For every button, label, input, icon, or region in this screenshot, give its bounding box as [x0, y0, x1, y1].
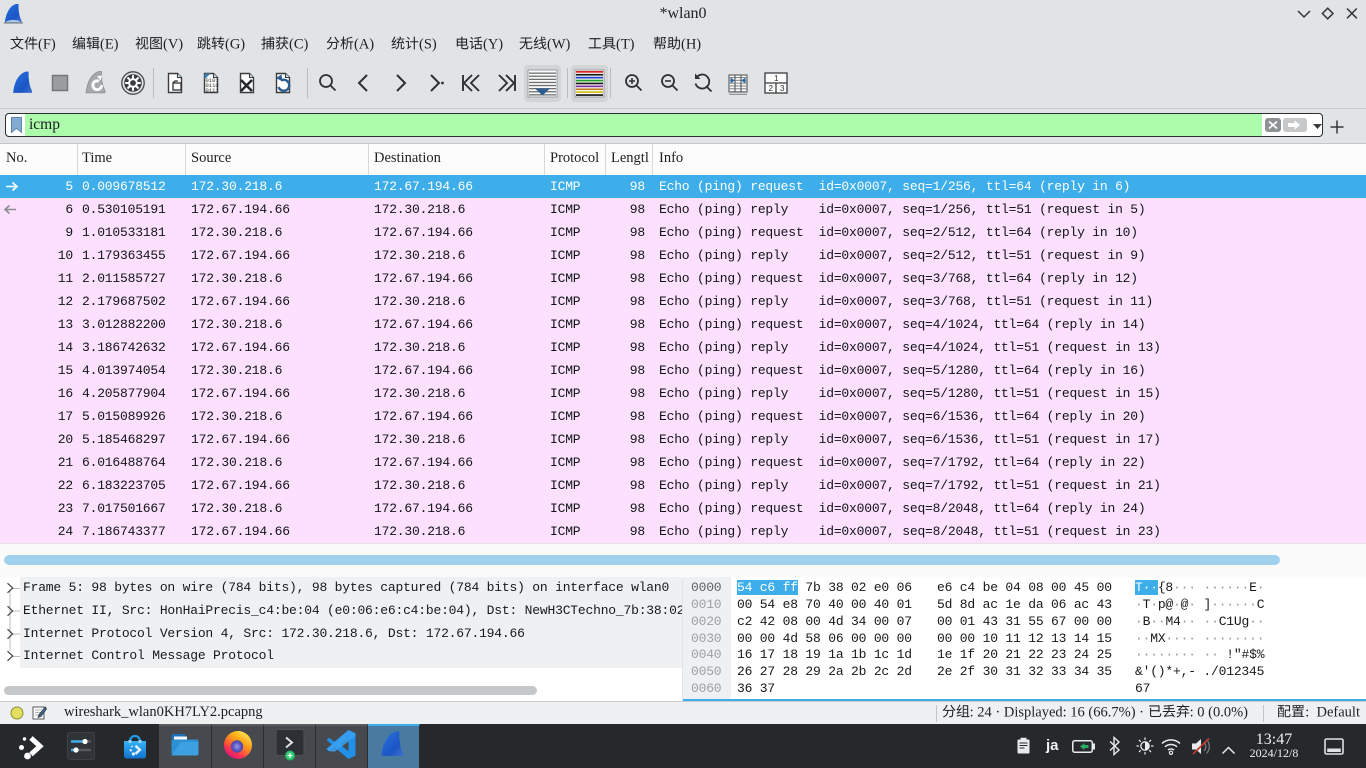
svg-text:3: 3 [780, 84, 785, 93]
svg-text:2: 2 [769, 84, 774, 93]
svg-text:1: 1 [774, 74, 779, 83]
svg-text:0111: 0111 [206, 87, 220, 94]
